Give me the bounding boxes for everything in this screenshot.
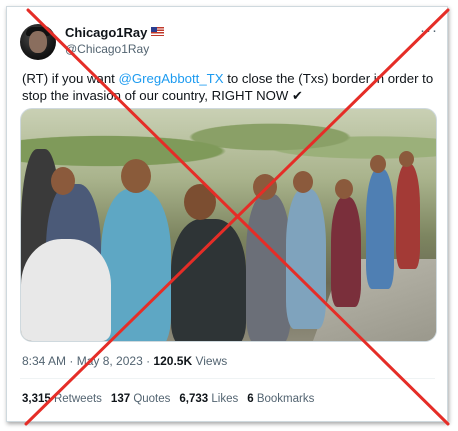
author-display-name[interactable]: Chicago1Ray bbox=[65, 25, 147, 40]
quotes-label[interactable]: Quotes bbox=[133, 393, 170, 405]
meta-separator-2: · bbox=[142, 354, 154, 368]
tweet-text-start: (RT) if you want bbox=[22, 71, 119, 86]
mention-link[interactable]: @GregAbbott_TX bbox=[119, 71, 224, 86]
author-handle[interactable]: @Chicago1Ray bbox=[65, 42, 149, 56]
meta-separator: · bbox=[66, 354, 77, 368]
tweet-text: (RT) if you want @GregAbbott_TX to close… bbox=[22, 70, 434, 104]
retweets-count[interactable]: 3,315 bbox=[22, 393, 51, 405]
tweet-time[interactable]: 8:34 AM bbox=[22, 354, 66, 368]
views-label: Views bbox=[192, 354, 228, 368]
more-options-icon[interactable]: ··· bbox=[420, 22, 438, 39]
views-count: 120.5K bbox=[153, 354, 193, 368]
bookmarks-label[interactable]: Bookmarks bbox=[257, 393, 315, 405]
bookmarks-count[interactable]: 6 bbox=[247, 393, 253, 405]
likes-count[interactable]: 6,733 bbox=[179, 393, 208, 405]
retweets-label[interactable]: Retweets bbox=[54, 393, 102, 405]
avatar[interactable] bbox=[20, 24, 56, 60]
tweet-meta: 8:34 AM · May 8, 2023 · 120.5K Views bbox=[22, 354, 227, 368]
tweet-image[interactable] bbox=[20, 108, 437, 342]
divider bbox=[20, 378, 435, 379]
likes-label[interactable]: Likes bbox=[211, 393, 238, 405]
tweet-date[interactable]: May 8, 2023 bbox=[77, 354, 143, 368]
author-name[interactable]: Chicago1Ray bbox=[65, 25, 165, 40]
check-mark-icon: ✔ bbox=[291, 88, 304, 103]
us-flag-icon bbox=[151, 27, 165, 36]
tweet-stats: 3,315 Retweets 137 Quotes 6,733 Likes 6 Boo… bbox=[22, 393, 314, 405]
quotes-count[interactable]: 137 bbox=[111, 393, 130, 405]
